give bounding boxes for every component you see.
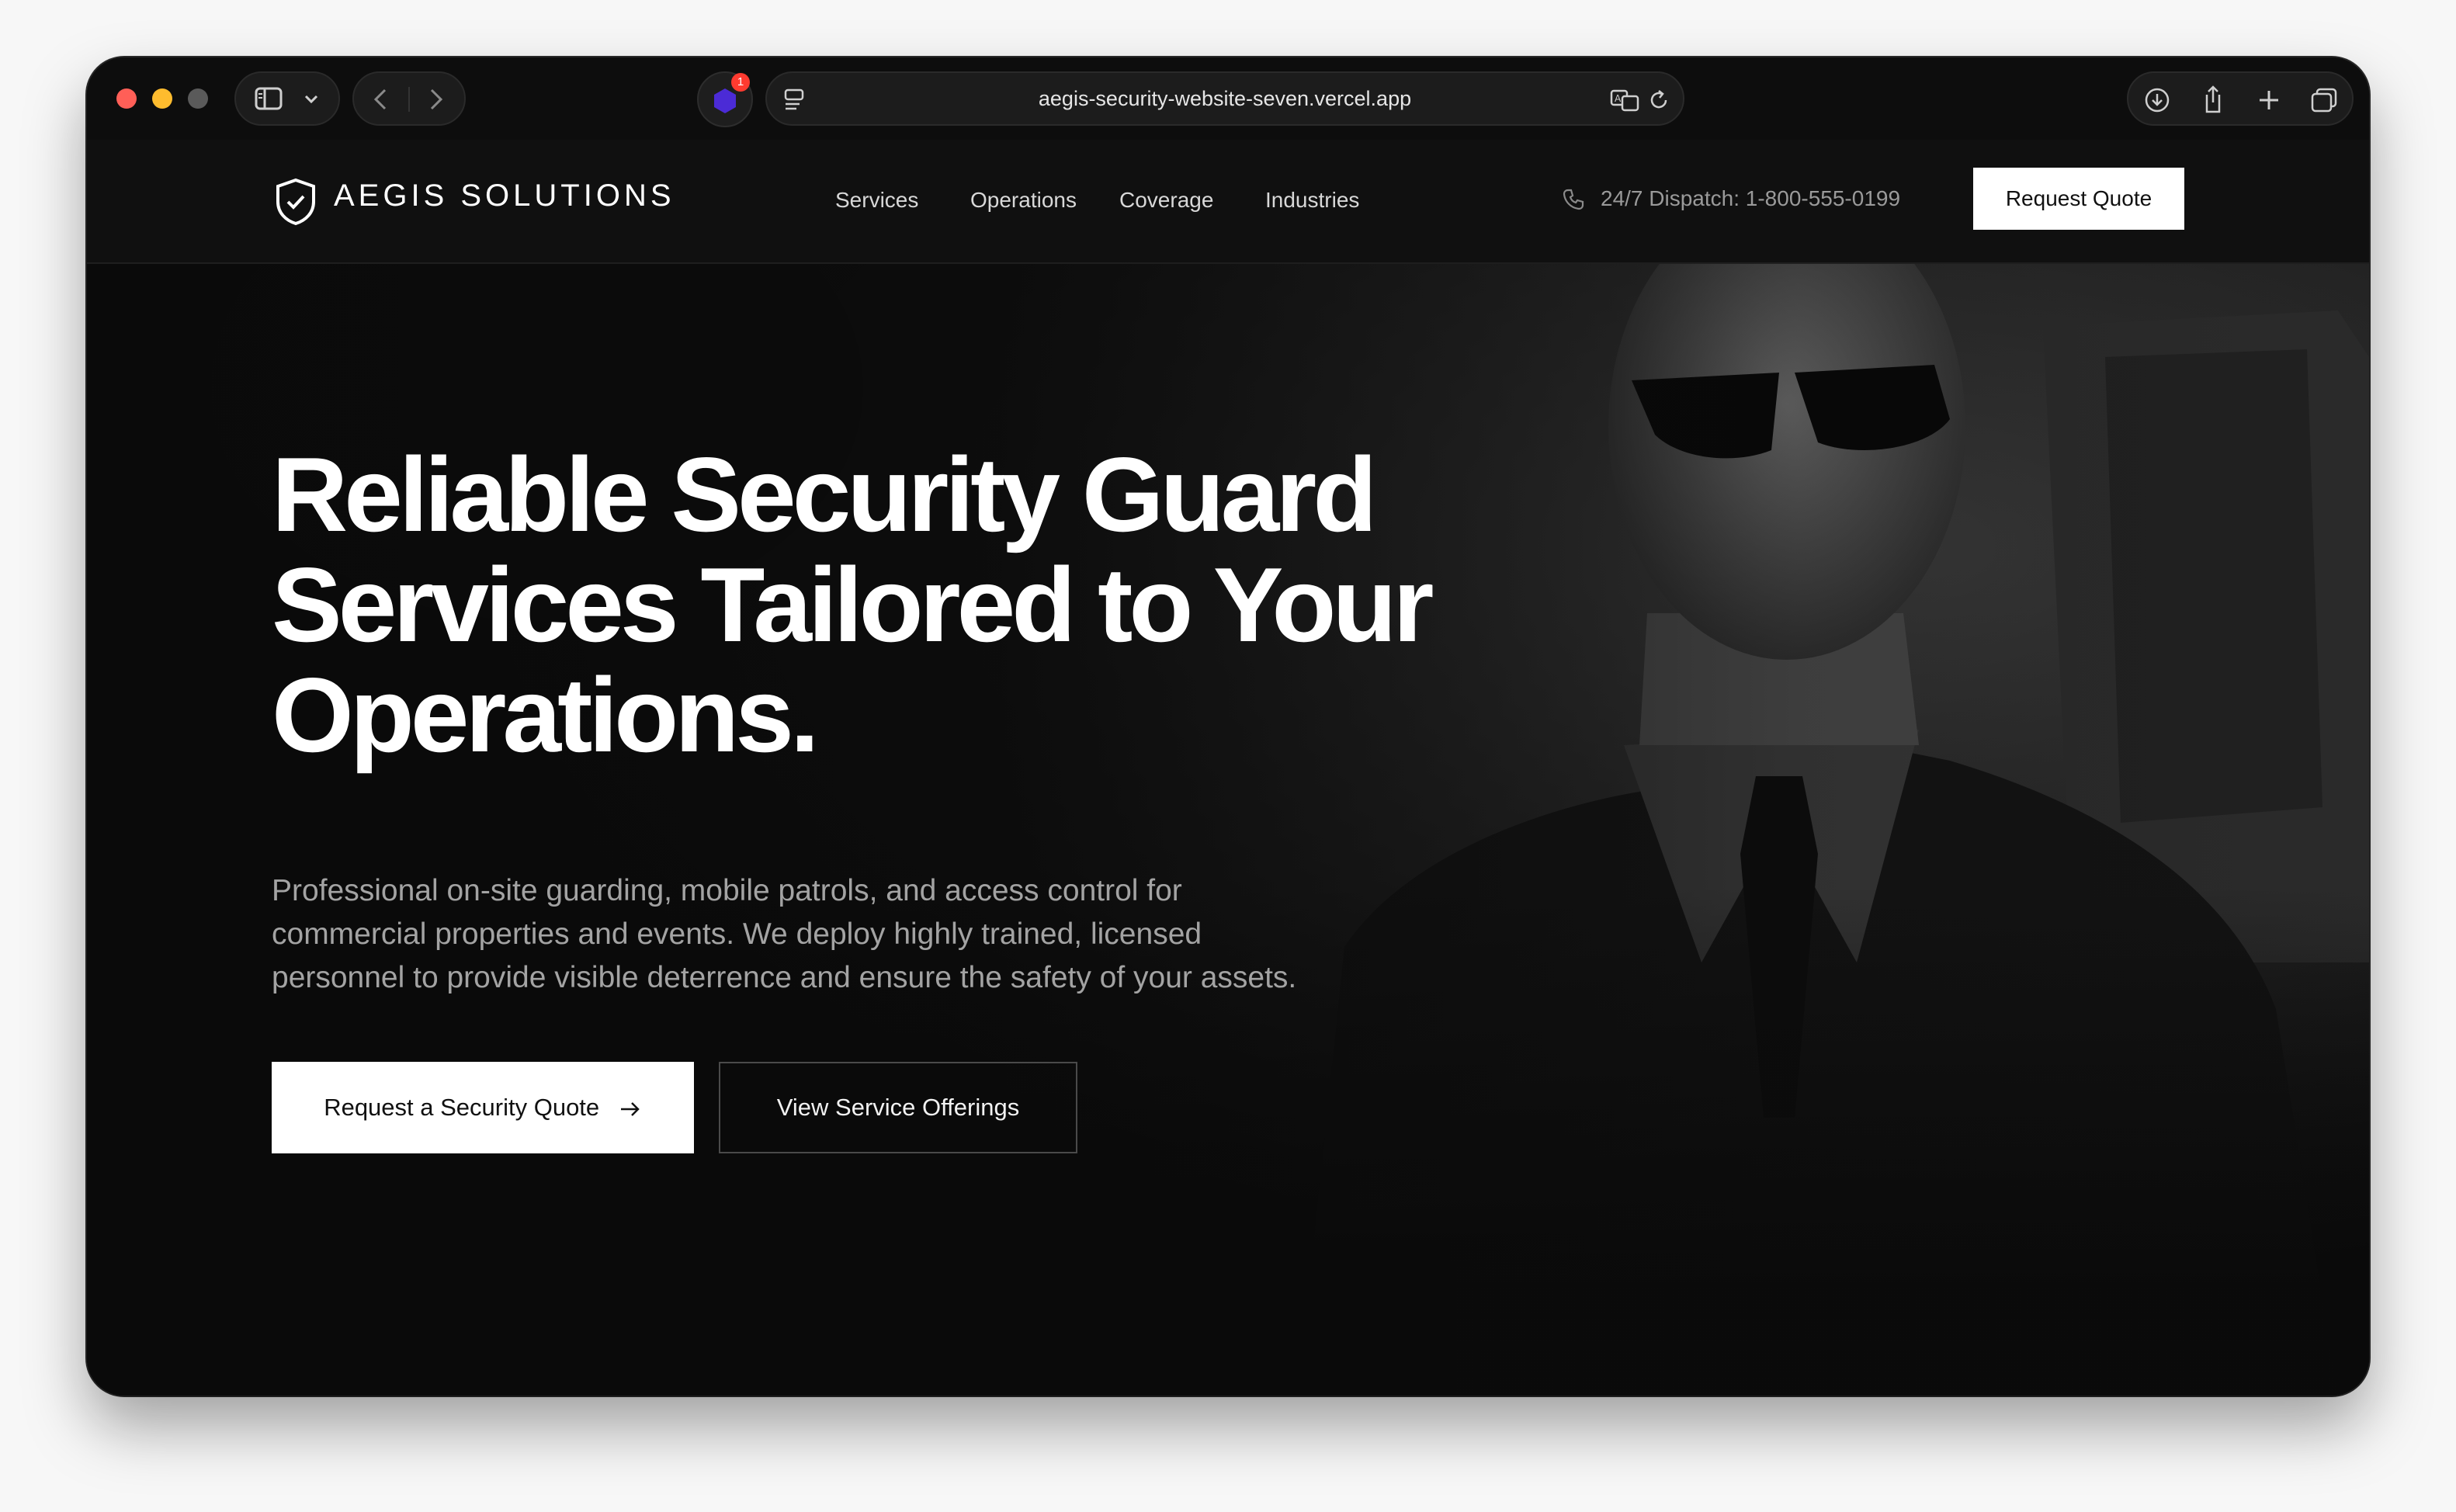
svg-text:A: A <box>1615 93 1622 104</box>
phone-icon <box>1563 189 1584 210</box>
reload-icon[interactable] <box>1647 88 1670 112</box>
arrow-right-icon <box>620 1101 640 1116</box>
shield-check-icon <box>276 178 315 226</box>
extension-badge: 1 <box>731 73 750 92</box>
forward-icon[interactable] <box>424 87 447 112</box>
zoom-window-button[interactable] <box>188 88 208 109</box>
browser-toolbar: 1 aegis-security-website-seven.vercel.ap… <box>87 57 2369 140</box>
hero-subtext: Professional on-site guarding, mobile pa… <box>272 874 1297 994</box>
url-text: aegis-security-website-seven.vercel.app <box>1038 87 1412 110</box>
share-icon[interactable] <box>2200 84 2226 115</box>
new-tab-icon[interactable] <box>2256 87 2282 113</box>
dispatch-phone[interactable]: 24/7 Dispatch: 1-800-555-0199 <box>1601 186 1900 211</box>
hero-section: Reliable Security Guard Services Tailore… <box>87 264 2369 1396</box>
download-icon[interactable] <box>2144 87 2170 113</box>
sidebar-toggle-button[interactable] <box>234 71 340 126</box>
site-header: AEGIS SOLUTIONS Services Operations Cove… <box>87 140 2369 264</box>
minimize-window-button[interactable] <box>152 88 172 109</box>
nav-operations[interactable]: Operations <box>970 188 1077 213</box>
request-security-quote-button[interactable]: Request a Security Quote <box>272 1062 694 1153</box>
toolbar-actions <box>2127 71 2354 126</box>
nav-coverage[interactable]: Coverage <box>1119 188 1213 213</box>
hero-overlay <box>87 264 2369 1396</box>
view-service-offerings-button[interactable]: View Service Offerings <box>719 1062 1077 1153</box>
request-security-quote-label: Request a Security Quote <box>324 1094 600 1121</box>
brand-name[interactable]: AEGIS SOLUTIONS <box>334 179 675 213</box>
close-window-button[interactable] <box>116 88 137 109</box>
back-icon[interactable] <box>369 87 393 112</box>
nav-industries[interactable]: Industries <box>1265 188 1359 213</box>
history-nav <box>352 71 466 126</box>
browser-window: 1 aegis-security-website-seven.vercel.ap… <box>87 57 2369 1396</box>
translate-icon[interactable]: A <box>1610 88 1641 112</box>
sidebar-icon <box>255 87 283 110</box>
request-quote-button[interactable]: Request Quote <box>1973 168 2184 230</box>
nav-services[interactable]: Services <box>835 188 918 213</box>
hero-headline: Reliable Security Guard Services Tailore… <box>272 435 1434 774</box>
tab-overview-icon[interactable] <box>2310 87 2338 113</box>
chevron-down-icon <box>304 95 318 104</box>
address-bar[interactable]: aegis-security-website-seven.vercel.app … <box>765 71 1684 126</box>
